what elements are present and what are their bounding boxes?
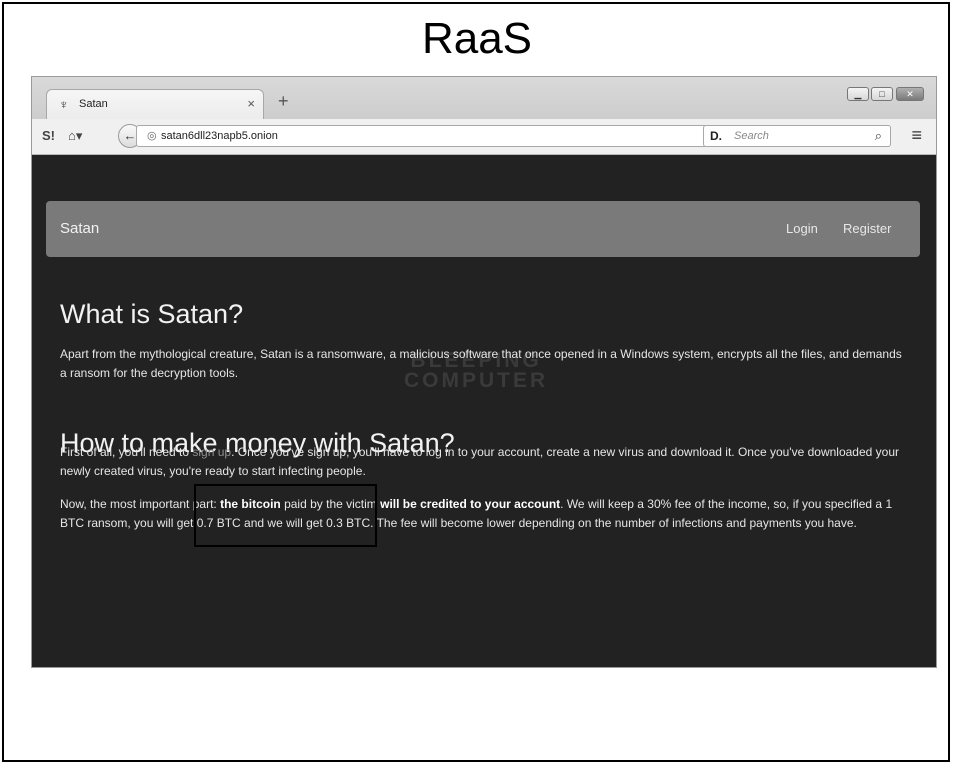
devil-favicon-icon: ♆ — [59, 97, 69, 112]
hamburger-menu-icon[interactable]: ≡ — [911, 125, 922, 146]
slide-title: RaaS — [421, 14, 533, 63]
tab-title: Satan — [79, 98, 108, 110]
paragraph-signup: First of all, you'll need to sign up. On… — [60, 445, 900, 478]
register-link[interactable]: Register — [843, 221, 891, 236]
search-engine-logo[interactable]: D. — [710, 129, 722, 143]
page-content: Satan Login Register BLEEPING COMPUTER W… — [32, 155, 936, 667]
browser-window: ♆ Satan × + ▁ □ ✕ S! ⌂▾ ← ◎ satan6dll23n… — [31, 76, 937, 668]
maximize-icon[interactable]: □ — [871, 87, 893, 101]
url-text[interactable]: satan6dll23napb5.onion — [161, 130, 278, 142]
search-placeholder: Search — [734, 130, 769, 142]
site-navbar: Satan Login Register — [46, 201, 920, 257]
home-icon[interactable]: ⌂▾ — [68, 128, 82, 144]
sign-up-link[interactable]: sign up — [192, 445, 231, 459]
close-tab-icon[interactable]: × — [247, 96, 255, 111]
highlight-box — [194, 484, 377, 547]
minimize-icon[interactable]: ▁ — [847, 87, 869, 101]
heading-what-is: What is Satan? — [60, 299, 244, 329]
site-info-icon[interactable]: ◎ — [147, 129, 157, 142]
search-bar[interactable]: D. Search ⌕ — [703, 125, 891, 147]
tab-strip: ♆ Satan × + ▁ □ ✕ — [32, 77, 936, 119]
pocket-icon[interactable]: S! — [42, 128, 55, 143]
login-link[interactable]: Login — [786, 221, 818, 236]
tab-satan[interactable]: ♆ Satan × — [46, 89, 264, 119]
close-window-icon[interactable]: ✕ — [896, 87, 924, 101]
search-icon[interactable]: ⌕ — [875, 128, 882, 144]
new-tab-icon[interactable]: + — [278, 91, 289, 112]
address-bar[interactable]: ◎ satan6dll23napb5.onion ▿ C — [136, 125, 738, 147]
paragraph-what-is: Apart from the mythological creature, Sa… — [60, 347, 902, 380]
site-brand[interactable]: Satan — [60, 220, 99, 237]
navigation-toolbar: S! ⌂▾ ← ◎ satan6dll23napb5.onion ▿ C D. … — [32, 119, 936, 155]
paragraph-earnings: Now, the most important part: the bitcoi… — [60, 497, 893, 530]
